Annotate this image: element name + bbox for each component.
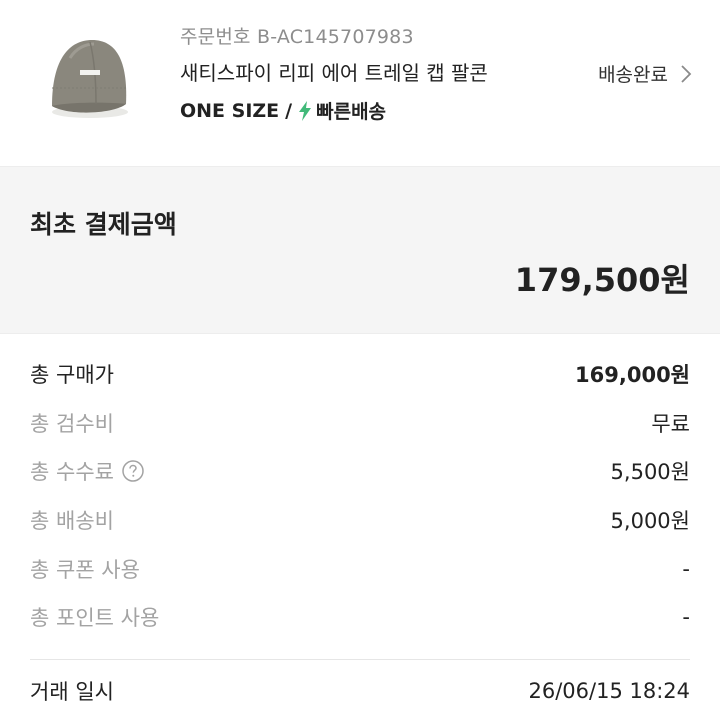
row-value: - — [682, 605, 690, 630]
row-label: 총 포인트 사용 — [30, 606, 160, 631]
initial-payment-title: 최초 결제금액 — [30, 210, 177, 239]
row-value: 무료 — [651, 411, 690, 436]
product-option: ONE SIZE / 빠른배송 — [180, 97, 386, 124]
row-value: 5,500원 — [610, 460, 690, 485]
question-mark-icon[interactable] — [122, 460, 144, 483]
order-product-card[interactable]: 주문번호 B-AC145707983 새티스파이 리피 에어 트레일 캡 팔콘 … — [0, 0, 720, 166]
row-value: 169,000원 — [575, 363, 690, 388]
payment-breakdown: 총 구매가 169,000원 총 검수비 무료 총 수수료 5,500원 총 배… — [30, 350, 690, 642]
breakdown-row-commission: 총 수수료 5,500원 — [30, 447, 690, 496]
row-label-with-help: 총 수수료 — [30, 456, 144, 486]
row-label: 총 쿠폰 사용 — [30, 557, 140, 582]
row-value: - — [682, 556, 690, 581]
section-divider — [30, 659, 690, 660]
lightning-icon — [299, 100, 312, 121]
cap-thumbnail-image — [30, 18, 150, 138]
trade-datetime-value: 26/06/15 18:24 — [528, 679, 690, 703]
row-value: 5,000원 — [610, 509, 690, 534]
breakdown-row-purchase-price: 총 구매가 169,000원 — [30, 350, 690, 399]
breakdown-row-points: 총 포인트 사용 - — [30, 593, 690, 642]
chevron-right-icon — [681, 64, 692, 83]
initial-payment-amount: 179,500원 — [514, 261, 690, 299]
row-label: 총 수수료 — [30, 460, 114, 485]
trade-datetime-row: 거래 일시 26/06/15 18:24 — [30, 676, 690, 706]
delivery-status-link[interactable]: 배송완료 — [598, 60, 692, 87]
option-divider: / — [285, 99, 293, 122]
row-label: 총 배송비 — [30, 509, 114, 534]
breakdown-row-shipping-fee: 총 배송비 5,000원 — [30, 496, 690, 545]
initial-payment-panel: 최초 결제금액 179,500원 — [0, 166, 720, 334]
trade-datetime-label: 거래 일시 — [30, 680, 114, 704]
option-size: ONE SIZE — [180, 99, 280, 122]
order-number: 주문번호 B-AC145707983 — [180, 26, 414, 48]
product-name: 새티스파이 리피 에어 트레일 캡 팔콘 — [180, 61, 488, 85]
fast-delivery-label: 빠른배송 — [316, 101, 387, 123]
breakdown-row-inspection-fee: 총 검수비 무료 — [30, 399, 690, 448]
row-label: 총 구매가 — [30, 363, 114, 388]
breakdown-row-coupon: 총 쿠폰 사용 - — [30, 544, 690, 593]
delivery-status-label: 배송완료 — [598, 64, 668, 86]
row-label: 총 검수비 — [30, 411, 114, 436]
